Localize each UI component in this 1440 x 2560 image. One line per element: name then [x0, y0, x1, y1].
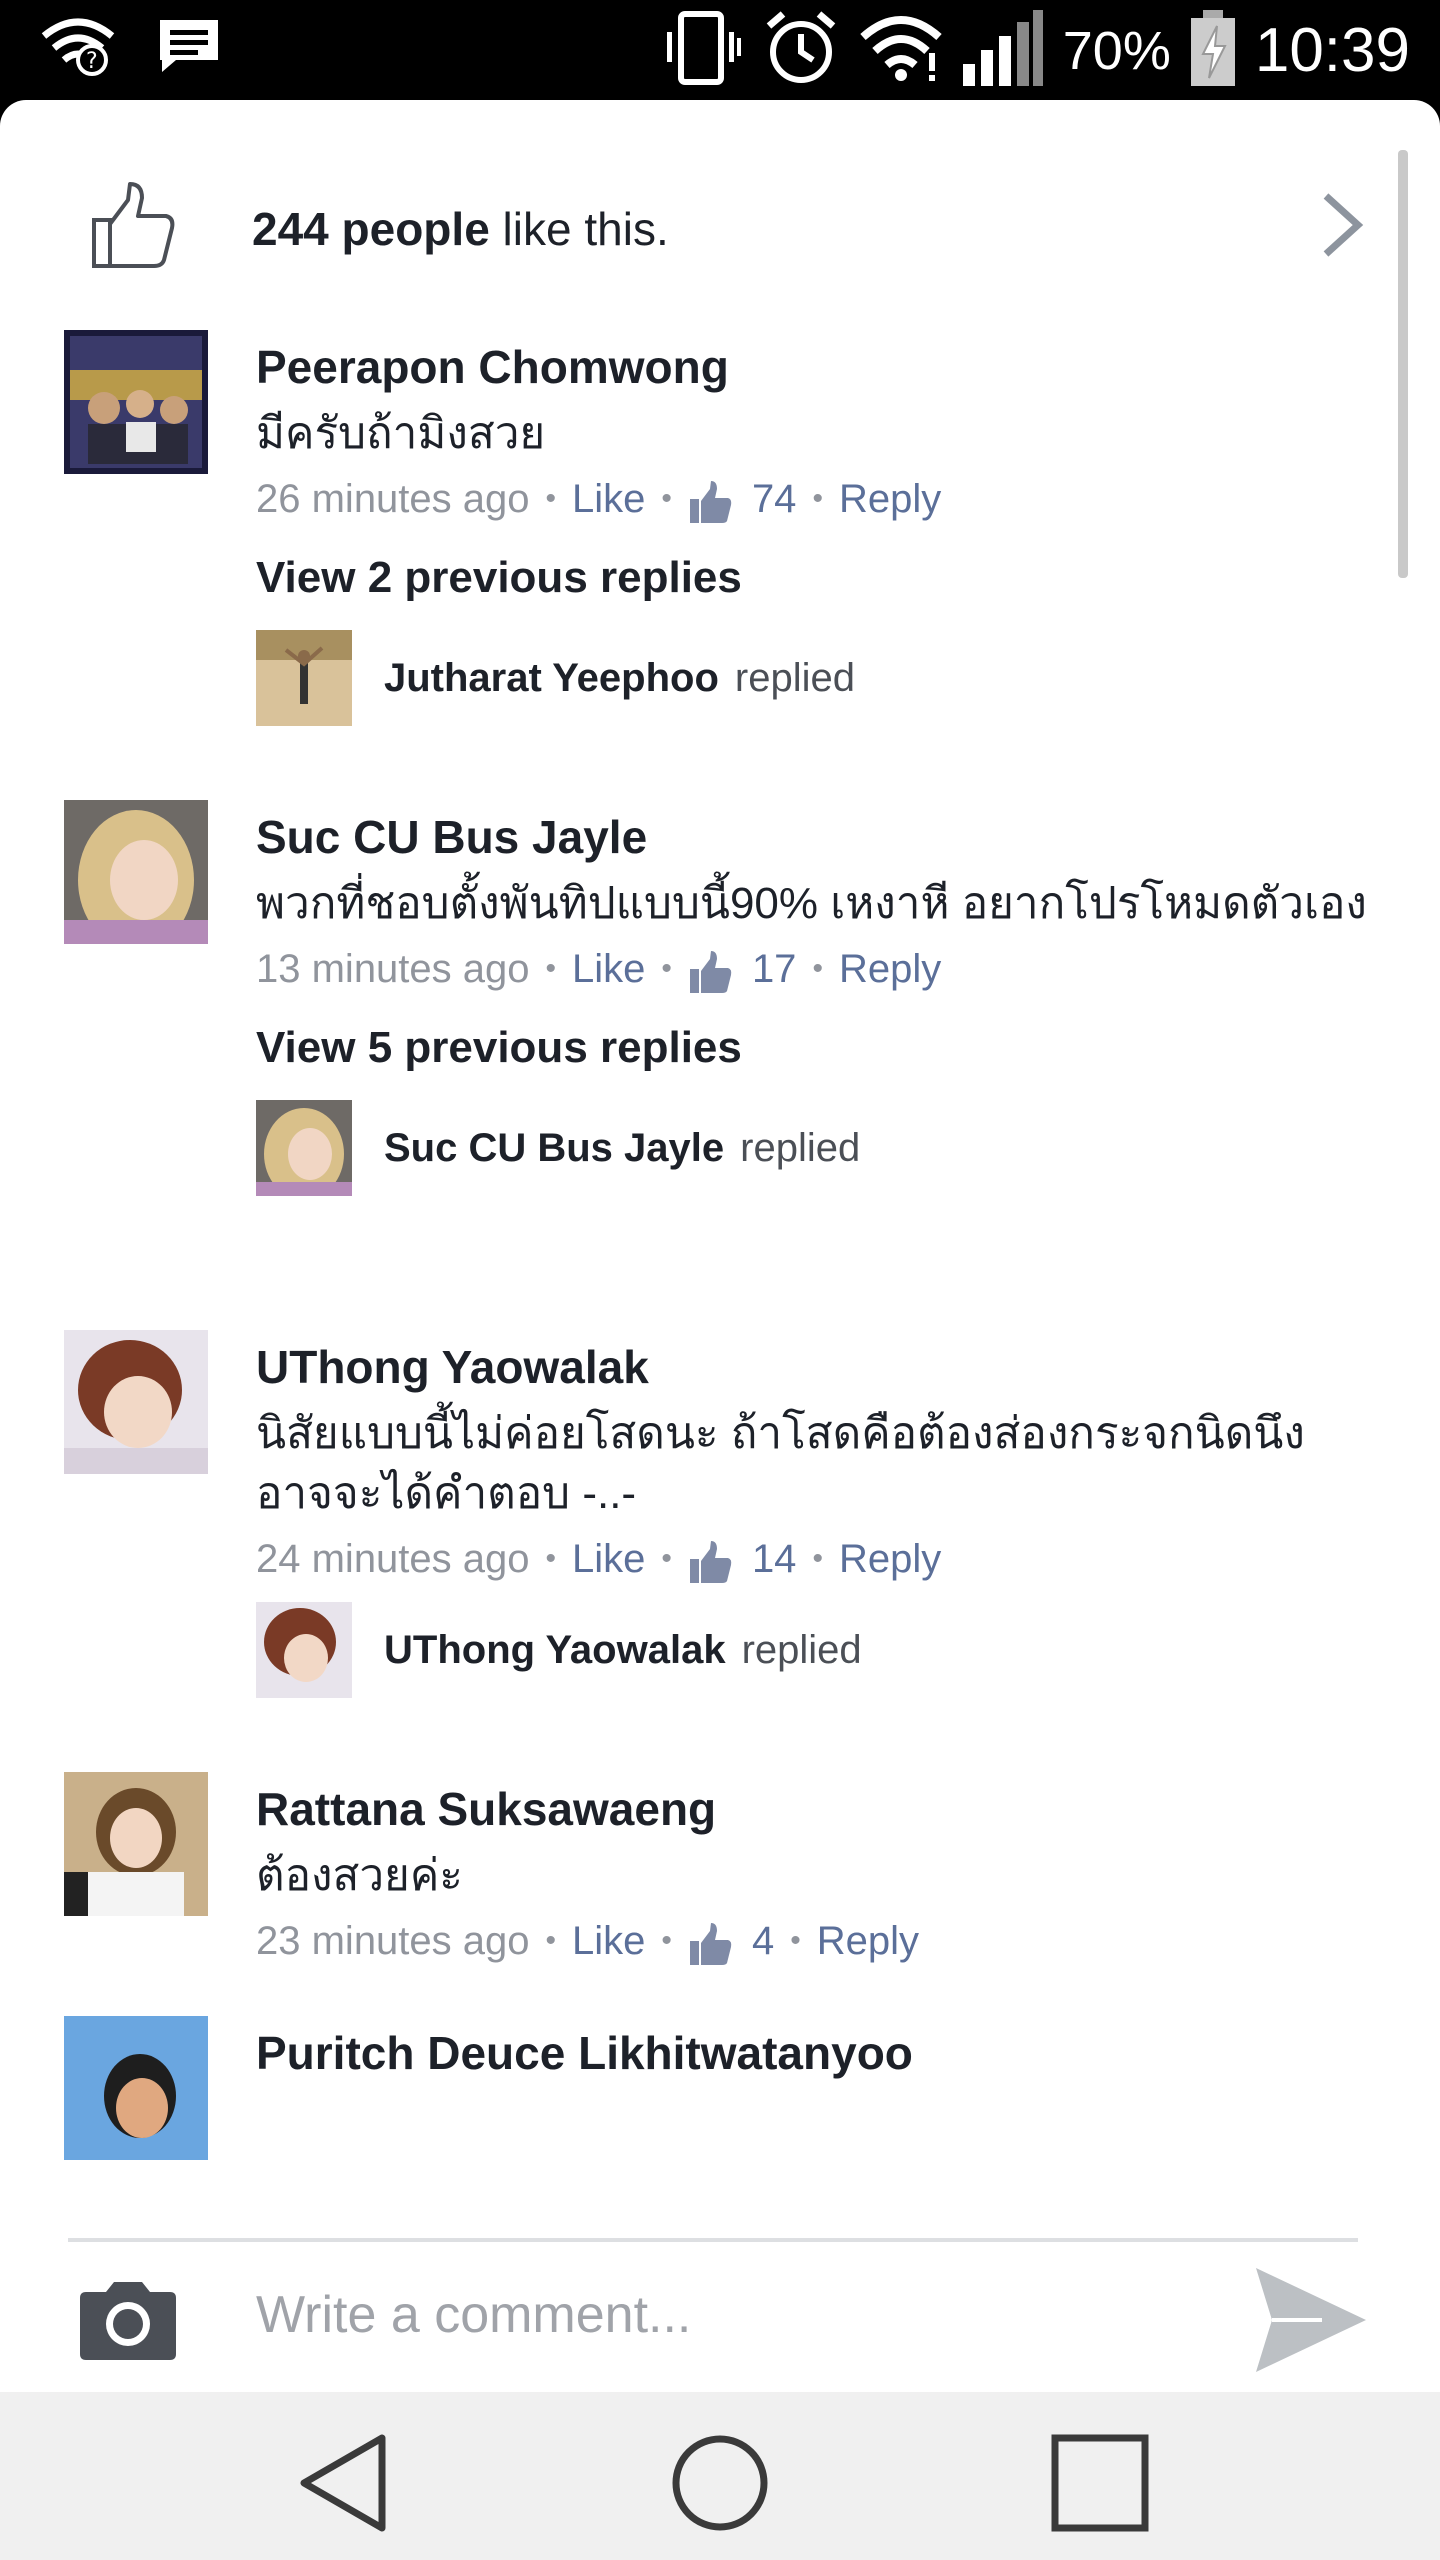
- signal-icon: [961, 8, 1045, 93]
- like-button[interactable]: Like: [572, 464, 645, 534]
- comment-composer: [0, 2242, 1440, 2392]
- reply-preview[interactable]: Suc CU Bus Jayle replied: [256, 1092, 1370, 1204]
- home-icon[interactable]: [665, 2428, 775, 2538]
- comment-meta: 13 minutes ago • Like • 17 • Reply: [256, 934, 1370, 1004]
- like-button[interactable]: Like: [572, 934, 645, 1004]
- likes-summary[interactable]: 244 people like this.: [0, 180, 1440, 320]
- view-previous-replies[interactable]: View 5 previous replies: [256, 1004, 1370, 1092]
- separator-dot: •: [812, 1542, 823, 1575]
- likes-count: 244 people: [252, 203, 490, 255]
- reply-author[interactable]: UThong Yaowalak: [384, 1628, 726, 1673]
- comment-item: Peerapon Chomwong มีครับถ้ามิงสวย 26 min…: [0, 330, 1440, 800]
- like-button[interactable]: Like: [572, 1906, 645, 1976]
- like-count[interactable]: 14: [752, 1524, 797, 1594]
- separator-dot: •: [790, 1924, 801, 1957]
- separator-dot: •: [661, 1542, 672, 1575]
- separator-dot: •: [545, 1542, 557, 1575]
- reply-button[interactable]: Reply: [839, 1524, 941, 1594]
- reply-preview[interactable]: UThong Yaowalak replied: [256, 1594, 1370, 1706]
- reply-avatar[interactable]: [256, 1602, 352, 1698]
- camera-icon[interactable]: [76, 2278, 180, 2362]
- like-count[interactable]: 17: [752, 934, 797, 1004]
- comments-sheet: 244 people like this. Peerapon Chomwong …: [0, 100, 1440, 2392]
- battery-charging-icon: [1189, 8, 1237, 93]
- comment-item: Puritch Deuce Likhitwatanyoo: [0, 2016, 1440, 2176]
- likes-text: 244 people like this.: [252, 202, 669, 256]
- send-icon[interactable]: [1252, 2264, 1370, 2376]
- reply-button[interactable]: Reply: [817, 1906, 919, 1976]
- like-count[interactable]: 4: [752, 1906, 774, 1976]
- like-count-icon: [688, 1919, 732, 1965]
- separator-dot: •: [812, 482, 823, 515]
- alarm-icon: [761, 8, 841, 93]
- clock: 10:39: [1254, 16, 1410, 85]
- reply-author[interactable]: Jutharat Yeephoo: [384, 656, 719, 701]
- comment-meta: 26 minutes ago • Like • 74 • Reply: [256, 464, 1370, 534]
- comment-item: Suc CU Bus Jayle พวกที่ชอบตั้งพันทิปแบบน…: [0, 800, 1440, 1330]
- chevron-right-icon[interactable]: [1318, 190, 1366, 260]
- avatar[interactable]: [64, 1772, 208, 1916]
- svg-text:?: ?: [86, 49, 98, 74]
- vibrate-icon: [663, 8, 743, 93]
- comment-item: Rattana Suksawaeng ต้องสวยค่ะ 23 minutes…: [0, 1772, 1440, 2016]
- comment-meta: 23 minutes ago • Like • 4 • Reply: [256, 1906, 1370, 1976]
- thumbs-up-icon: [88, 180, 180, 272]
- comment-text: ต้องสวยค่ะ: [256, 1851, 463, 1900]
- reply-author[interactable]: Suc CU Bus Jayle: [384, 1126, 724, 1171]
- comment-author[interactable]: UThong Yaowalak: [256, 1330, 1370, 1404]
- comment-time: 13 minutes ago: [256, 947, 530, 991]
- back-icon[interactable]: [290, 2428, 400, 2538]
- message-icon: [156, 16, 222, 81]
- avatar[interactable]: [64, 2016, 208, 2160]
- like-count[interactable]: 74: [752, 464, 797, 534]
- like-count-icon: [688, 947, 732, 993]
- avatar[interactable]: [64, 1330, 208, 1474]
- comment-text: นิสัยแบบนี้ไม่ค่อยโสดนะ ถ้าโสดคือต้องส่อ…: [256, 1409, 1305, 1518]
- comment-author[interactable]: Rattana Suksawaeng: [256, 1772, 1370, 1846]
- separator-dot: •: [545, 1924, 557, 1957]
- separator-dot: •: [812, 952, 823, 985]
- comment-author[interactable]: Peerapon Chomwong: [256, 330, 1370, 404]
- comment-author[interactable]: Puritch Deuce Likhitwatanyoo: [256, 2016, 1370, 2090]
- comment-input[interactable]: [256, 2270, 1206, 2360]
- recents-icon[interactable]: [1045, 2428, 1155, 2538]
- like-count-icon: [688, 1537, 732, 1583]
- separator-dot: •: [545, 952, 557, 985]
- reply-preview[interactable]: Jutharat Yeephoo replied: [256, 622, 1370, 734]
- reply-verb: replied: [741, 1627, 862, 1672]
- battery-percent: 70%: [1062, 20, 1171, 81]
- comment-time: 26 minutes ago: [256, 477, 530, 521]
- separator-dot: •: [661, 952, 672, 985]
- comment-text: มีครับถ้ามิงสวย: [256, 409, 546, 458]
- separator-dot: •: [661, 1924, 672, 1957]
- wifi-icon: [859, 13, 943, 88]
- reply-button[interactable]: Reply: [839, 934, 941, 1004]
- like-button[interactable]: Like: [572, 1524, 645, 1594]
- reply-verb: replied: [734, 655, 855, 700]
- reply-avatar[interactable]: [256, 630, 352, 726]
- separator-dot: •: [661, 482, 672, 515]
- like-count-icon: [688, 477, 732, 523]
- avatar[interactable]: [64, 330, 208, 474]
- wifi-question-icon: ?: [40, 16, 116, 81]
- reply-avatar[interactable]: [256, 1100, 352, 1196]
- comment-item: UThong Yaowalak นิสัยแบบนี้ไม่ค่อยโสดนะ …: [0, 1330, 1440, 1772]
- comment-text: พวกที่ชอบตั้งพันทิปแบบนี้90% เหงาหี อยาก…: [256, 879, 1367, 928]
- comment-time: 24 minutes ago: [256, 1537, 530, 1581]
- likes-suffix: like this.: [489, 203, 669, 255]
- avatar[interactable]: [64, 800, 208, 944]
- comment-list: Peerapon Chomwong มีครับถ้ามิงสวย 26 min…: [0, 330, 1440, 2236]
- comment-author[interactable]: Suc CU Bus Jayle: [256, 800, 1370, 874]
- system-nav-bar: [0, 2392, 1440, 2560]
- reply-button[interactable]: Reply: [839, 464, 941, 534]
- comment-meta: 24 minutes ago • Like • 14 • Reply: [256, 1524, 1370, 1594]
- separator-dot: •: [545, 482, 557, 515]
- reply-verb: replied: [740, 1125, 861, 1170]
- view-previous-replies[interactable]: View 2 previous replies: [256, 534, 1370, 622]
- status-bar: ? 70% 10:39: [0, 0, 1440, 100]
- comment-time: 23 minutes ago: [256, 1919, 530, 1963]
